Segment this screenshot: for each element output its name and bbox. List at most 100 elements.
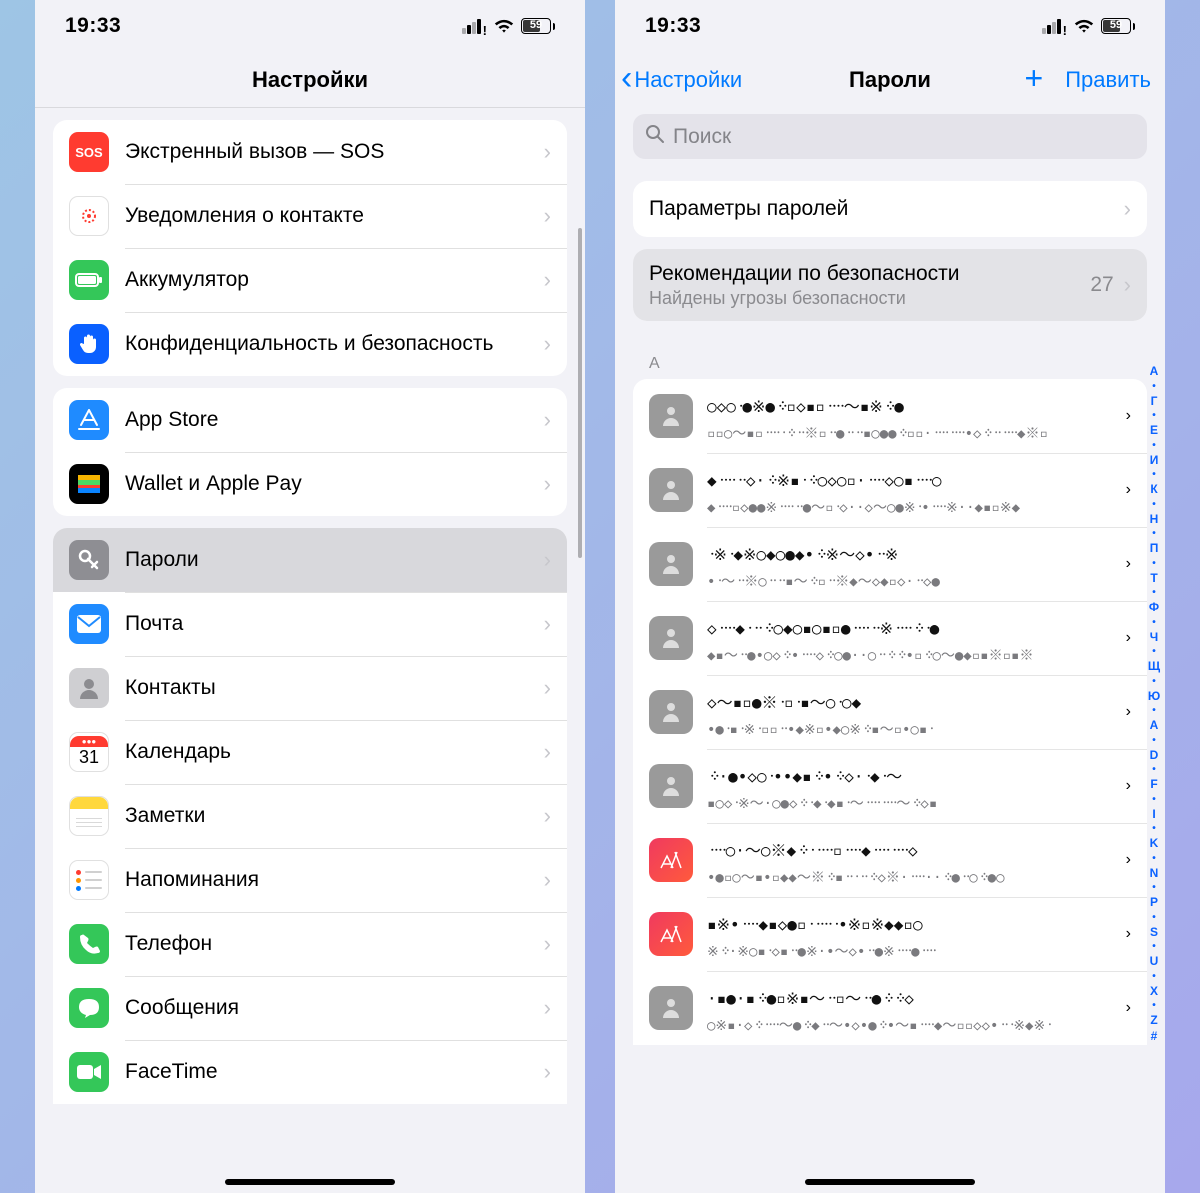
index-letter[interactable]: Г: [1145, 394, 1163, 410]
index-letter[interactable]: К: [1145, 482, 1163, 498]
index-letter[interactable]: N: [1145, 866, 1163, 882]
password-entry[interactable]: ᠅·●•◇○᠂••◆▪᠅•᠅◇·᠂◆᠂～▪○◇᠂※～·○●◇᠅᠂◆᠂◆▪᠂～᠁᠁…: [633, 749, 1147, 823]
index-letter[interactable]: •: [1145, 881, 1163, 895]
index-letter[interactable]: •: [1145, 527, 1163, 541]
settings-scroll[interactable]: SOSЭкстренный вызов — SOS›Уведомления о …: [35, 108, 585, 1193]
row-label: App Store: [125, 407, 544, 432]
settings-row-passwords[interactable]: Пароли›: [53, 528, 567, 592]
password-entry[interactable]: ᠂※᠂◆※○◆○●◆•᠅※～◇•᠃※•᠂～᠃※○᠃᠃▪～᠅▫᠃※◆～◇◆▫◇·᠃…: [633, 527, 1147, 601]
index-letter[interactable]: Z: [1145, 1013, 1163, 1029]
index-letter[interactable]: •: [1145, 763, 1163, 777]
index-letter[interactable]: •: [1145, 999, 1163, 1013]
cellular-icon: !: [1042, 19, 1067, 34]
passwords-screen: 19:33 ! 59 ‹ Настройки Пароли + Править …: [615, 0, 1165, 1193]
mail-icon: [69, 604, 109, 644]
password-entry[interactable]: ᠁○·～○※◆᠅᠂᠁▫᠁◆᠁᠁◇•●▫○～▪•▫◆◆～※᠅▪᠃᠂᠃᠅◇※·᠁··…: [633, 823, 1147, 897]
index-letter[interactable]: I: [1145, 807, 1163, 823]
row-label: Конфиденциальность и безопасность: [125, 331, 544, 356]
edit-button[interactable]: Править: [1065, 67, 1151, 93]
index-letter[interactable]: #: [1145, 1029, 1163, 1045]
row-label: Уведомления о контакте: [125, 203, 544, 228]
row-label: Wallet и Apple Pay: [125, 471, 544, 496]
index-letter[interactable]: И: [1145, 453, 1163, 469]
home-indicator[interactable]: [225, 1179, 395, 1185]
site-favicon: [649, 542, 693, 586]
index-letter[interactable]: Ч: [1145, 630, 1163, 646]
settings-row-messages[interactable]: Сообщения›: [53, 976, 567, 1040]
index-letter[interactable]: Ю: [1145, 689, 1163, 705]
password-entry[interactable]: ▪※•᠁◆▪◇●▫᠂᠁᠂•※▫※◆◆▫○※᠅·※○▪᠂◇▪᠃●※·•～◇•᠃●※…: [633, 897, 1147, 971]
index-letter[interactable]: A: [1145, 718, 1163, 734]
index-letter[interactable]: •: [1145, 468, 1163, 482]
index-letter[interactable]: D: [1145, 748, 1163, 764]
index-letter[interactable]: •: [1145, 911, 1163, 925]
index-letter[interactable]: •: [1145, 675, 1163, 689]
notes-icon: [69, 796, 109, 836]
index-letter[interactable]: •: [1145, 616, 1163, 630]
entry-subtitle: •●▫○～▪•▫◆◆～※᠅▪᠃᠂᠃᠅◇※·᠁··᠅●᠃○᠅●○: [707, 863, 1126, 887]
password-entry[interactable]: ◆᠁᠃◇·᠅※▪᠂᠅○◇○▫·᠁◇○▪᠁○◆᠁▫◇●●※᠁᠃●～▫᠂◇··◇～○…: [633, 453, 1147, 527]
index-letter[interactable]: П: [1145, 541, 1163, 557]
chevron-right-icon: ›: [1126, 777, 1131, 795]
section-index[interactable]: А•Г•Е•И•К•Н•П•Т•Ф•Ч•Щ•Ю•A•D•F•I•K•N•P•S•…: [1145, 364, 1163, 1044]
settings-row-reminders[interactable]: Напоминания›: [53, 848, 567, 912]
status-bar: 19:33 ! 59: [615, 0, 1165, 52]
passwords-scroll[interactable]: Параметры паролей › Рекомендации по безо…: [615, 169, 1165, 1193]
index-letter[interactable]: •: [1145, 734, 1163, 748]
index-letter[interactable]: •: [1145, 557, 1163, 571]
index-letter[interactable]: Щ: [1145, 659, 1163, 675]
index-letter[interactable]: •: [1145, 439, 1163, 453]
nav-bar: Настройки: [35, 52, 585, 108]
security-recommendations-row[interactable]: Рекомендации по безопасности Найдены угр…: [633, 249, 1147, 321]
index-letter[interactable]: X: [1145, 984, 1163, 1000]
password-entry[interactable]: ○◇○᠂●※●᠅▫◇▪▫᠁～▪※᠅●▫▫○～▪▫᠁᠂᠅᠃※▫᠃●᠃᠃▪○●●᠅▫…: [633, 379, 1147, 453]
back-button[interactable]: ‹ Настройки: [621, 67, 742, 93]
index-letter[interactable]: F: [1145, 777, 1163, 793]
settings-row-battery[interactable]: Аккумулятор›: [53, 248, 567, 312]
settings-row-facetime[interactable]: FaceTime›: [53, 1040, 567, 1104]
index-letter[interactable]: •: [1145, 498, 1163, 512]
password-entry[interactable]: ◇᠁◆᠂᠃᠅○◆○▪○▪▫●᠁᠃※᠁᠅᠂●◆▪～᠃●•○◇᠅•᠁◇᠅○●··○᠃…: [633, 601, 1147, 675]
index-letter[interactable]: •: [1145, 940, 1163, 954]
settings-row-exposure[interactable]: Уведомления о контакте›: [53, 184, 567, 248]
index-letter[interactable]: P: [1145, 895, 1163, 911]
password-entry[interactable]: ·▪●·▪᠅●▫※▪～᠃▫～᠃●᠅᠅◇○※▪·◇᠅᠁～●᠅◆᠃～•◇•●᠅•～▪…: [633, 971, 1147, 1045]
index-letter[interactable]: Е: [1145, 423, 1163, 439]
home-indicator[interactable]: [805, 1179, 975, 1185]
index-letter[interactable]: •: [1145, 704, 1163, 718]
password-entry[interactable]: ◇～▪▫●※᠂▫᠂▪～○᠂○◆•●᠂▪᠂※᠂▫▫᠃•◆※▫•◆○※᠅▪～▫•○▪…: [633, 675, 1147, 749]
contacts-icon: [69, 668, 109, 708]
index-letter[interactable]: •: [1145, 970, 1163, 984]
settings-row-contacts[interactable]: Контакты›: [53, 656, 567, 720]
settings-row-appstore[interactable]: App Store›: [53, 388, 567, 452]
site-favicon: [649, 764, 693, 808]
settings-row-wallet[interactable]: Wallet и Apple Pay›: [53, 452, 567, 516]
settings-row-phone[interactable]: Телефон›: [53, 912, 567, 976]
settings-row-calendar[interactable]: ●●●31Календарь›: [53, 720, 567, 784]
index-letter[interactable]: Т: [1145, 571, 1163, 587]
index-letter[interactable]: Н: [1145, 512, 1163, 528]
settings-row-privacy[interactable]: Конфиденциальность и безопасность›: [53, 312, 567, 376]
index-letter[interactable]: •: [1145, 586, 1163, 600]
index-letter[interactable]: Ф: [1145, 600, 1163, 616]
index-letter[interactable]: •: [1145, 793, 1163, 807]
search-field[interactable]: Поиск: [633, 114, 1147, 159]
index-letter[interactable]: •: [1145, 645, 1163, 659]
entry-title: ᠁○·～○※◆᠅᠂᠁▫᠁◆᠁᠁◇: [707, 833, 1126, 861]
index-letter[interactable]: А: [1145, 364, 1163, 380]
settings-row-sos[interactable]: SOSЭкстренный вызов — SOS›: [53, 120, 567, 184]
password-options-row[interactable]: Параметры паролей ›: [633, 181, 1147, 237]
settings-row-notes[interactable]: Заметки›: [53, 784, 567, 848]
index-letter[interactable]: •: [1145, 380, 1163, 394]
index-letter[interactable]: •: [1145, 822, 1163, 836]
settings-row-mail[interactable]: Почта›: [53, 592, 567, 656]
index-letter[interactable]: U: [1145, 954, 1163, 970]
nav-bar: ‹ Настройки Пароли + Править: [615, 52, 1165, 108]
chevron-right-icon: ›: [1126, 407, 1131, 425]
battery-icon: 59: [521, 18, 555, 34]
index-letter[interactable]: K: [1145, 836, 1163, 852]
site-favicon: [649, 986, 693, 1030]
index-letter[interactable]: S: [1145, 925, 1163, 941]
index-letter[interactable]: •: [1145, 852, 1163, 866]
index-letter[interactable]: •: [1145, 409, 1163, 423]
